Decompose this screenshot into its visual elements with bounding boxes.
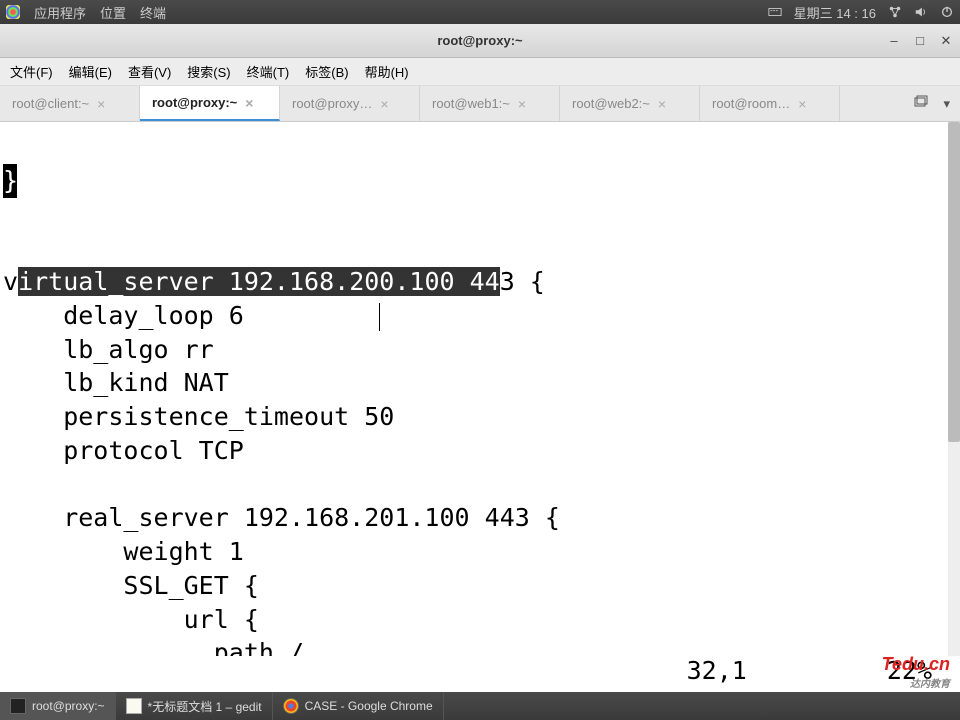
tab-client[interactable]: root@client:~ × <box>0 86 140 121</box>
taskbar-label: root@proxy:~ <box>32 699 105 713</box>
gedit-icon <box>126 698 142 714</box>
taskbar: root@proxy:~ *无标题文档 1 – gedit CASE - Goo… <box>0 692 960 720</box>
terminal-line: real_server 192.168.201.100 443 { <box>3 503 560 532</box>
window-titlebar: root@proxy:~ – □ ✕ <box>0 24 960 58</box>
terminal-line: persistence_timeout 50 <box>3 402 394 431</box>
taskbar-label: CASE - Google Chrome <box>305 699 433 713</box>
menu-terminal-app[interactable]: 终端(T) <box>241 59 296 84</box>
menu-view[interactable]: 查看(V) <box>122 59 177 84</box>
menu-places[interactable]: 位置 <box>100 3 126 22</box>
watermark-main: Tedu.cn <box>882 654 950 674</box>
tab-label: root@room… <box>712 96 790 111</box>
terminal-line: 3 { <box>500 267 545 296</box>
terminal-selection: irtual_server 192.168.200.100 44 <box>18 267 500 296</box>
maximize-button[interactable]: □ <box>912 33 928 49</box>
clock[interactable]: 星期三 14 : 16 <box>794 3 876 22</box>
close-icon[interactable]: × <box>658 96 666 112</box>
terminal-icon <box>10 698 26 714</box>
system-top-panel: 应用程序 位置 终端 星期三 14 : 16 <box>0 0 960 24</box>
menu-applications[interactable]: 应用程序 <box>34 3 86 22</box>
tab-web2[interactable]: root@web2:~ × <box>560 86 700 121</box>
vim-status-line: 32,1 22% <box>0 656 960 692</box>
cursor-position: 32,1 <box>687 656 747 692</box>
tab-proxy[interactable]: root@proxy:~ × <box>140 86 280 121</box>
window-title: root@proxy:~ <box>437 33 522 48</box>
tab-label: root@proxy:~ <box>152 95 237 110</box>
tab-proxy2[interactable]: root@proxy… × <box>280 86 420 121</box>
taskbar-item-gedit[interactable]: *无标题文档 1 – gedit <box>116 692 273 720</box>
terminal-content[interactable]: } virtual_server 192.168.200.100 443 { d… <box>0 122 960 692</box>
close-icon[interactable]: × <box>380 96 388 112</box>
gnome-logo-icon <box>6 5 20 19</box>
close-icon[interactable]: × <box>97 96 105 112</box>
taskbar-label: *无标题文档 1 – gedit <box>148 698 262 715</box>
new-tab-icon[interactable] <box>913 94 929 113</box>
menubar: 文件(F) 编辑(E) 查看(V) 搜索(S) 终端(T) 标签(B) 帮助(H… <box>0 58 960 86</box>
tab-room[interactable]: root@room… × <box>700 86 840 121</box>
network-icon[interactable] <box>888 5 902 19</box>
terminal-line: url { <box>3 605 259 634</box>
terminal-line: SSL_GET { <box>3 571 259 600</box>
tab-web1[interactable]: root@web1:~ × <box>420 86 560 121</box>
tab-label: root@client:~ <box>12 96 89 111</box>
menu-file[interactable]: 文件(F) <box>4 59 59 84</box>
menu-edit[interactable]: 编辑(E) <box>63 59 118 84</box>
terminal-line: protocol TCP <box>3 436 244 465</box>
terminal-line: delay_loop 6 <box>3 301 244 330</box>
watermark: Tedu.cn 达内教育 <box>882 654 950 690</box>
terminal-line: lb_algo rr <box>3 335 214 364</box>
close-icon[interactable]: × <box>518 96 526 112</box>
watermark-sub: 达内教育 <box>882 675 950 690</box>
tab-label: root@web1:~ <box>432 96 510 111</box>
close-button[interactable]: ✕ <box>938 33 954 49</box>
power-icon[interactable] <box>940 5 954 19</box>
text-cursor-icon <box>379 303 380 331</box>
scrollbar[interactable] <box>948 122 960 692</box>
taskbar-item-chrome[interactable]: CASE - Google Chrome <box>273 692 444 720</box>
close-icon[interactable]: × <box>798 96 806 112</box>
chrome-icon <box>283 698 299 714</box>
close-icon[interactable]: × <box>245 95 253 111</box>
keyboard-icon[interactable] <box>768 5 782 19</box>
tab-menu-icon[interactable]: ▾ <box>943 96 950 112</box>
taskbar-item-terminal[interactable]: root@proxy:~ <box>0 692 116 720</box>
terminal-line: lb_kind NAT <box>3 368 229 397</box>
volume-icon[interactable] <box>914 5 928 19</box>
minimize-button[interactable]: – <box>886 33 902 49</box>
menu-tabs[interactable]: 标签(B) <box>299 59 354 84</box>
terminal-line: } <box>3 164 17 198</box>
tab-label: root@web2:~ <box>572 96 650 111</box>
menu-search[interactable]: 搜索(S) <box>181 59 236 84</box>
menu-help[interactable]: 帮助(H) <box>359 59 415 84</box>
menu-terminal[interactable]: 终端 <box>140 3 166 22</box>
terminal-tabbar: root@client:~ × root@proxy:~ × root@proxy…… <box>0 86 960 122</box>
terminal-line: weight 1 <box>3 537 244 566</box>
scrollbar-thumb[interactable] <box>948 122 960 442</box>
tab-label: root@proxy… <box>292 96 372 111</box>
